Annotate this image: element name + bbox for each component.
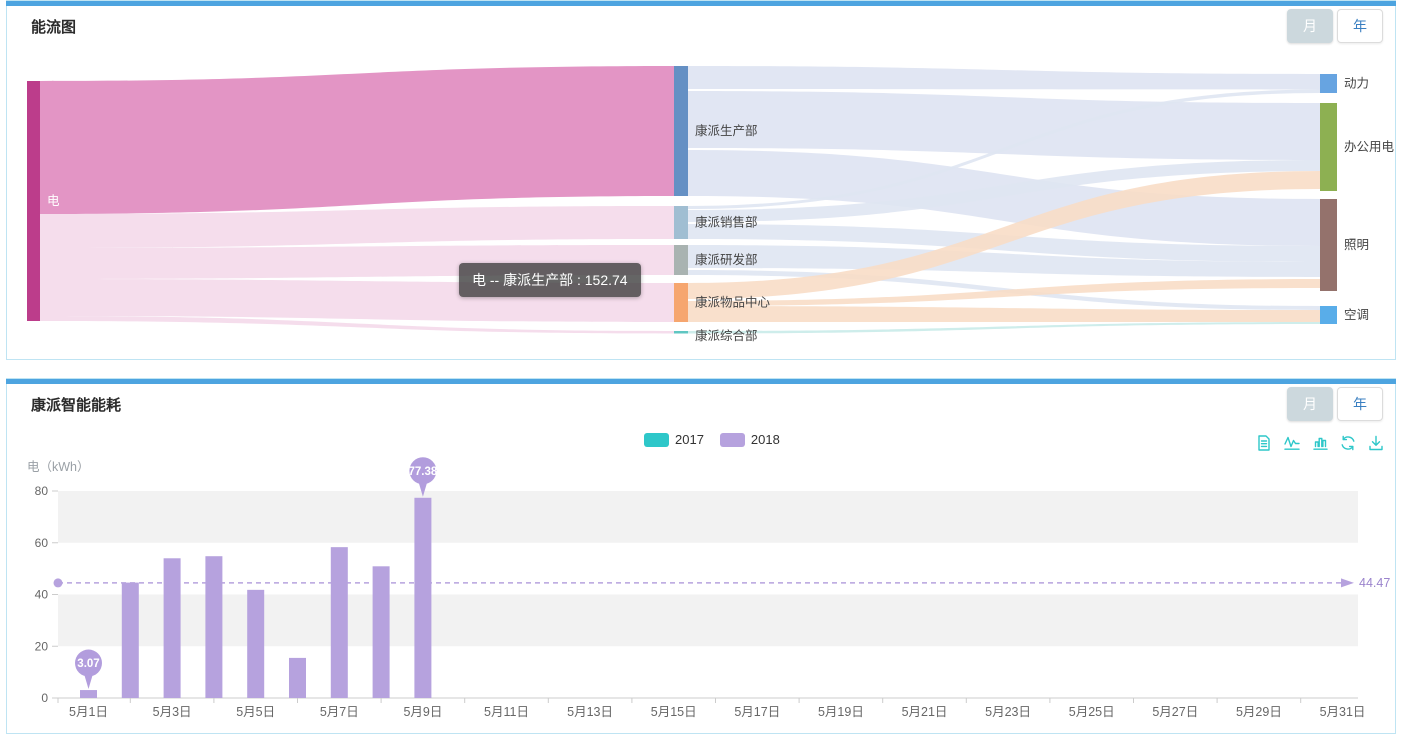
x-axis-label: 5月15日 — [651, 705, 697, 719]
bar-2018-5月8日[interactable] — [373, 566, 390, 698]
sankey-node-label-康派生产部: 康派生产部 — [695, 123, 758, 138]
period-toggle-flow: 月 年 — [1287, 9, 1383, 43]
sankey-node-label-空调: 空调 — [1344, 308, 1369, 322]
dashboard: 能流图 月 年 电 康派生产部康派销售部康派研发部康派物品中心康派综合部 动力办公用… — [0, 0, 1402, 734]
sankey-node-康派研发部[interactable] — [674, 245, 688, 275]
bar-2018-5月2日[interactable] — [122, 583, 139, 698]
bar-2018-5月7日[interactable] — [331, 547, 348, 698]
sankey-node-label-电: 电 — [47, 194, 60, 208]
year-button-flow[interactable]: 年 — [1337, 9, 1383, 43]
bar-2018-5月6日[interactable] — [289, 658, 306, 698]
value-pin-label: 3.07 — [77, 658, 99, 670]
sankey-node-label-康派综合部: 康派综合部 — [695, 328, 758, 343]
x-axis-label: 5月17日 — [734, 705, 780, 719]
chart-toolbox — [1255, 434, 1385, 457]
x-axis-label: 5月27日 — [1152, 705, 1198, 719]
bar-2018-5月3日[interactable] — [164, 558, 181, 698]
legend-label-2017: 2017 — [675, 432, 704, 447]
energy-consumption-panel: 康派智能能耗 月 年 2017 2018 — [6, 378, 1396, 734]
x-axis-label: 5月13日 — [567, 705, 613, 719]
sankey-flow-康派生产部-动力[interactable] — [688, 66, 1320, 90]
x-axis-label: 5月9日 — [403, 705, 442, 719]
sankey-node-label-康派物品中心: 康派物品中心 — [695, 295, 771, 310]
bar-chart-icon[interactable] — [1311, 434, 1329, 457]
split-area-band — [58, 491, 1358, 543]
sankey-node-康派生产部[interactable] — [674, 66, 688, 196]
x-axis-label: 5月3日 — [153, 705, 192, 719]
legend-item-2018[interactable]: 2018 — [720, 432, 780, 447]
sankey-node-label-办公用电: 办公用电 — [1344, 139, 1395, 154]
y-axis-label: 80 — [35, 484, 49, 498]
x-axis-label: 5月7日 — [320, 705, 359, 719]
refresh-icon[interactable] — [1339, 434, 1357, 457]
x-axis-label: 5月11日 — [484, 705, 529, 719]
bar-2018-5月4日[interactable] — [205, 556, 222, 698]
x-axis-label: 5月1日 — [69, 705, 108, 719]
sankey-flow-电-康派生产部[interactable] — [40, 66, 674, 214]
sankey-node-空调[interactable] — [1320, 306, 1337, 324]
y-axis-label: 40 — [35, 588, 49, 602]
x-axis-label: 5月5日 — [236, 705, 275, 719]
sankey-node-label-康派研发部: 康派研发部 — [695, 252, 758, 267]
y-axis-label: 60 — [35, 536, 49, 550]
x-axis-label: 5月25日 — [1069, 705, 1115, 719]
legend-swatch-2018 — [720, 433, 745, 447]
x-axis-label: 5月21日 — [902, 705, 948, 719]
month-button-flow[interactable]: 月 — [1287, 9, 1333, 43]
sankey-chart[interactable]: 电 康派生产部康派销售部康派研发部康派物品中心康派综合部 动力办公用电照明空调 — [7, 56, 1397, 356]
sankey-node-办公用电[interactable] — [1320, 103, 1337, 191]
sankey-node-动力[interactable] — [1320, 74, 1337, 93]
x-axis-label: 5月29日 — [1236, 705, 1282, 719]
sankey-tooltip: 电 -- 康派生产部 : 152.74 — [459, 263, 641, 297]
sankey-node-康派物品中心[interactable] — [674, 283, 688, 322]
download-icon[interactable] — [1367, 434, 1385, 457]
energy-flow-panel: 能流图 月 年 电 康派生产部康派销售部康派研发部康派物品中心康派综合部 动力办公用… — [6, 0, 1396, 360]
value-pin-label: 77.38 — [409, 466, 438, 478]
sankey-node-康派综合部[interactable] — [674, 331, 688, 334]
legend-item-2017[interactable]: 2017 — [644, 432, 704, 447]
y-axis-label: 20 — [35, 639, 49, 653]
sankey-flow-康派综合部-空调[interactable] — [688, 322, 1320, 334]
markline-start-dot — [54, 578, 63, 587]
legend-swatch-2017 — [644, 433, 669, 447]
markline-arrow — [1341, 578, 1354, 587]
bar-2018-5月1日[interactable] — [80, 690, 97, 698]
y-axis-name: 电（kWh） — [27, 460, 90, 474]
y-axis-label: 0 — [41, 691, 48, 705]
bar-2018-5月5日[interactable] — [247, 590, 264, 698]
x-axis-label: 5月31日 — [1320, 705, 1366, 719]
sankey-node-label-动力: 动力 — [1344, 77, 1369, 91]
energy-flow-title: 能流图 — [31, 16, 76, 37]
sankey-node-label-康派销售部: 康派销售部 — [695, 215, 758, 230]
legend-label-2018: 2018 — [751, 432, 780, 447]
sankey-node-照明[interactable] — [1320, 199, 1337, 291]
x-axis-label: 5月19日 — [818, 705, 864, 719]
line-chart-icon[interactable] — [1283, 434, 1301, 457]
bar-2018-5月9日[interactable] — [414, 498, 431, 698]
markline-label: 44.47 — [1359, 576, 1390, 590]
x-axis-label: 5月23日 — [985, 705, 1031, 719]
panel-accent-bar — [6, 1, 1396, 6]
sankey-node-电[interactable] — [27, 81, 40, 321]
data-view-icon[interactable] — [1255, 434, 1273, 457]
sankey-node-康派销售部[interactable] — [674, 206, 688, 239]
chart-legend: 2017 2018 — [644, 432, 780, 447]
sankey-node-label-照明: 照明 — [1344, 238, 1369, 252]
